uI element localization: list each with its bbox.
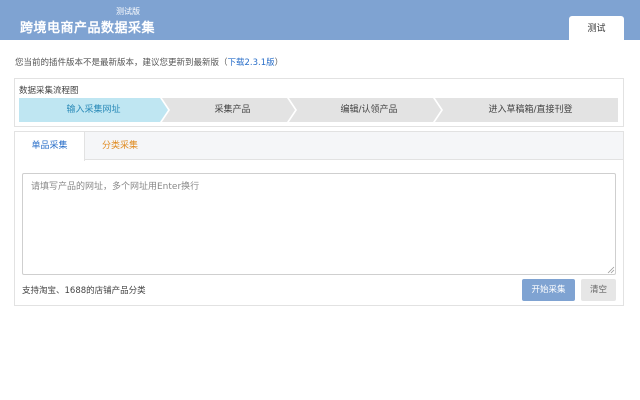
tab-test[interactable]: 测试 [569,16,624,40]
start-collect-button[interactable]: 开始采集 [522,279,575,301]
flow-step-collect: 采集产品 [214,105,251,115]
flow-steps: 输入采集网址 采集产品 编辑/认领产品 进入草稿箱/直接刊登 [19,98,618,122]
tab-single-product[interactable]: 单品采集 [15,132,85,161]
flow-chart-panel: 数据采集流程图 输入采集网址 采集产品 编辑/认领产品 进入草稿箱/直接刊登 [14,78,624,127]
collect-panel: 单品采集 分类采集 支持淘宝、1688的店铺产品分类 开始采集 清空 [14,131,624,306]
update-notice: 您当前的插件版本不是最新版本，建议您更新到最新版（下载2.3.1版） [15,56,283,68]
app-header: 测试版 跨境电商产品数据采集 测试 [0,0,640,40]
flow-step-publish: 进入草稿箱/直接刊登 [488,105,573,115]
url-input[interactable] [22,173,616,275]
flow-chart-title: 数据采集流程图 [19,86,79,96]
support-hint: 支持淘宝、1688的店铺产品分类 [22,286,146,296]
update-notice-suffix: ） [274,58,284,68]
flow-step-input-url: 输入采集网址 [66,105,121,115]
app-title: 跨境电商产品数据采集 [20,21,156,36]
flow-step-edit: 编辑/认领产品 [340,105,398,115]
update-notice-text: 您当前的插件版本不是最新版本，建议您更新到最新版（ [15,58,228,68]
tab-category[interactable]: 分类采集 [85,132,155,160]
download-link[interactable]: 下载2.3.1版 [228,58,275,68]
version-badge: 测试版 [116,7,140,16]
collect-tabbar: 单品采集 分类采集 [15,132,623,161]
resize-handle-icon[interactable] [607,266,615,274]
clear-button[interactable]: 清空 [581,279,616,301]
